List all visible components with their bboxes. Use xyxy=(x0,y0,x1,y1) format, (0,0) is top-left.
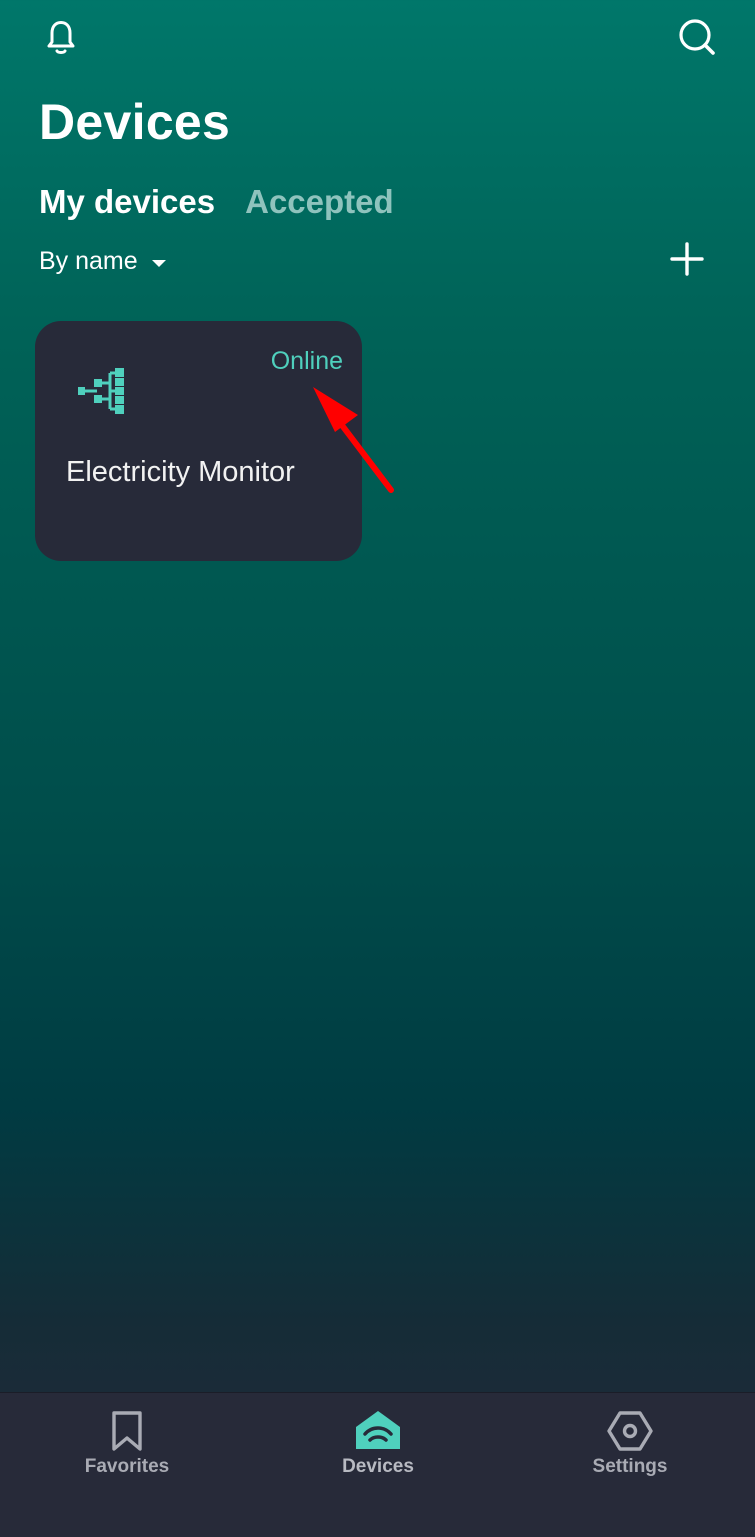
nav-item-favorites[interactable]: Favorites xyxy=(37,1409,217,1489)
search-icon xyxy=(675,15,719,64)
notifications-button[interactable] xyxy=(37,15,85,63)
search-button[interactable] xyxy=(673,15,721,63)
sort-dropdown[interactable]: By name xyxy=(39,243,168,279)
plus-icon xyxy=(667,239,707,284)
caret-down-icon xyxy=(150,243,168,279)
device-card[interactable]: Online Electricity Monitor xyxy=(35,321,362,561)
nav-item-devices[interactable]: Devices xyxy=(288,1409,468,1489)
hierarchy-diagram-icon xyxy=(76,367,126,415)
nav-item-settings[interactable]: Settings xyxy=(540,1409,720,1489)
tab-accepted[interactable]: Accepted xyxy=(245,180,394,224)
sort-label: By name xyxy=(39,247,138,275)
bell-icon xyxy=(39,15,83,64)
devices-home-icon xyxy=(354,1409,402,1453)
add-device-button[interactable] xyxy=(663,237,711,285)
device-status: Online xyxy=(270,347,343,375)
device-name: Electricity Monitor xyxy=(66,456,295,488)
settings-hexagon-icon xyxy=(606,1409,654,1453)
nav-label-devices: Devices xyxy=(342,1456,414,1477)
nav-label-settings: Settings xyxy=(592,1456,668,1477)
nav-label-favorites: Favorites xyxy=(84,1456,170,1477)
bottom-navigation: Favorites Devices Settings xyxy=(0,1392,755,1537)
top-bar xyxy=(0,0,755,80)
device-tabs: My devices Accepted xyxy=(39,180,394,224)
page-title: Devices xyxy=(39,94,231,150)
bookmark-icon xyxy=(103,1409,151,1453)
tab-my-devices[interactable]: My devices xyxy=(39,180,215,224)
